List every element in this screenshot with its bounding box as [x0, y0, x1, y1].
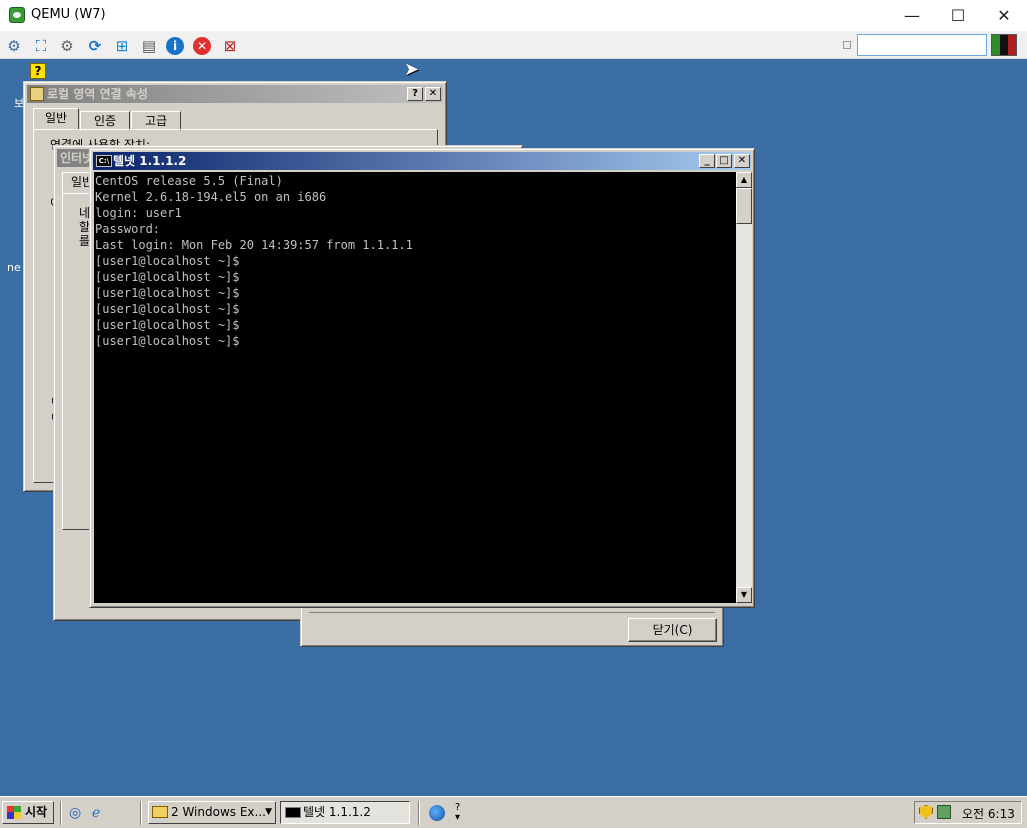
toolbar-small-toggle[interactable]: [843, 41, 851, 49]
tab-authentication[interactable]: 인증: [80, 111, 130, 131]
input-method-icon[interactable]: ? ▾: [455, 803, 469, 823]
task-telnet[interactable]: 텔넷 1.1.1.2: [280, 801, 410, 824]
console-icon: C:\: [96, 155, 112, 167]
maximize-button[interactable]: ☐: [935, 0, 981, 31]
telnet-minimize-button[interactable]: _: [699, 154, 715, 168]
start-label: 시작: [25, 805, 48, 819]
refresh-icon[interactable]: ⟳: [86, 37, 104, 55]
console-line: Last login: Mon Feb 20 14:39:57 from 1.1…: [95, 238, 413, 252]
folder-icon: [152, 806, 168, 818]
guest-desktop: ? 보 ne ➤ 로컬 영역 연결 속성 ? ✕ 일반 인증 고급 연결에 사용…: [0, 59, 1027, 828]
screenshot-icon[interactable]: ▤: [140, 37, 158, 55]
system-tray: 오전 6:13: [914, 801, 1022, 824]
local-props-title: 로컬 영역 연결 속성: [47, 87, 148, 101]
telnet-titlebar: C:\ 텔넷 1.1.1.2 _ □ ✕: [93, 152, 751, 170]
color-indicator[interactable]: [991, 34, 1017, 56]
telnet-vertical-scrollbar[interactable]: ▲ ▼: [736, 172, 752, 603]
taskbar-separator-2: [140, 801, 142, 825]
console-line: [user1@localhost ~]$: [95, 286, 240, 300]
qemu-window-title: QEMU (W7): [31, 7, 106, 22]
language-globe-icon[interactable]: [429, 805, 445, 821]
windows-key-icon[interactable]: ⊞: [113, 37, 131, 55]
console-line: [user1@localhost ~]$: [95, 302, 240, 316]
tray-clock: 오전 6:13: [962, 807, 1015, 821]
start-button[interactable]: 시작: [2, 801, 54, 824]
windows-logo-icon: [7, 806, 21, 819]
show-desktop-icon[interactable]: ◎: [69, 806, 83, 820]
security-shield-icon[interactable]: [919, 805, 933, 819]
devices-icon[interactable]: ⚙: [5, 37, 23, 55]
fullscreen-icon[interactable]: ⛶: [32, 37, 50, 55]
task-windows-explorer-group[interactable]: 2 Windows Ex... ▼: [148, 801, 276, 824]
telnet-window: C:\ 텔넷 1.1.1.2 _ □ ✕ CentOS release 5.5 …: [89, 148, 755, 608]
tab-general[interactable]: 일반: [33, 108, 79, 130]
console-line: [user1@localhost ~]$: [95, 270, 240, 284]
tab-advanced[interactable]: 고급: [131, 111, 181, 131]
ie-icon[interactable]: ℯ: [92, 806, 106, 820]
eject-icon[interactable]: ⊠: [221, 37, 239, 55]
telnet-title: 텔넷 1.1.1.2: [113, 154, 187, 168]
console-line: [user1@localhost ~]$: [95, 318, 240, 332]
console-line: login: user1: [95, 206, 182, 220]
taskbar-separator-3: [418, 801, 420, 825]
task-telnet-label: 텔넷 1.1.1.2: [303, 805, 371, 819]
stop-icon[interactable]: ✕: [193, 37, 211, 55]
console-line: [user1@localhost ~]$: [95, 254, 240, 268]
toolbar-input[interactable]: [857, 34, 987, 56]
local-props-close-button[interactable]: ✕: [425, 87, 441, 101]
telnet-console-output[interactable]: CentOS release 5.5 (Final) Kernel 2.6.18-…: [94, 172, 736, 603]
qemu-titlebar: QEMU (W7) — ☐ ✕: [0, 0, 1027, 31]
qemu-toolbar: ⚙ ⛶ ⚙ ⟳ ⊞ ▤ i ✕ ⊠: [0, 31, 1027, 59]
scroll-thumb[interactable]: [736, 188, 752, 224]
mouse-cursor-icon: ➤: [404, 59, 420, 80]
close-button[interactable]: ✕: [981, 0, 1027, 31]
console-line: CentOS release 5.5 (Final): [95, 174, 283, 188]
desktop-shortcut-icon[interactable]: ?: [30, 63, 46, 79]
taskbar-separator: [60, 801, 62, 825]
network-icon: [30, 87, 44, 101]
telnet-close-button[interactable]: ✕: [734, 154, 750, 168]
console-icon: [285, 807, 301, 818]
scroll-up-arrow-icon[interactable]: ▲: [736, 172, 752, 188]
info-icon[interactable]: i: [166, 37, 184, 55]
task-explorer-label: 2 Windows Ex...: [171, 805, 266, 819]
console-line: [user1@localhost ~]$: [95, 334, 240, 348]
minimize-button[interactable]: —: [889, 0, 935, 31]
status-close-button[interactable]: 닫기(C): [628, 618, 717, 642]
qemu-app-icon: [9, 7, 25, 23]
local-props-titlebar: 로컬 영역 연결 속성 ? ✕: [27, 85, 443, 103]
desktop-icon-label-2: ne: [7, 261, 21, 274]
console-line: Password:: [95, 222, 161, 236]
console-line: Kernel 2.6.18-194.el5 on an i686: [95, 190, 327, 204]
network-tray-icon[interactable]: [937, 805, 951, 819]
telnet-maximize-button[interactable]: □: [716, 154, 732, 168]
scroll-down-arrow-icon[interactable]: ▼: [736, 587, 752, 603]
settings-gear-icon[interactable]: ⚙: [58, 37, 76, 55]
chevron-down-icon: ▼: [265, 807, 272, 817]
local-props-help-button[interactable]: ?: [407, 87, 423, 101]
taskbar: 시작 ◎ ℯ 2 Windows Ex... ▼ 텔넷 1.1.1.2 ? ▾ 오…: [0, 796, 1027, 828]
